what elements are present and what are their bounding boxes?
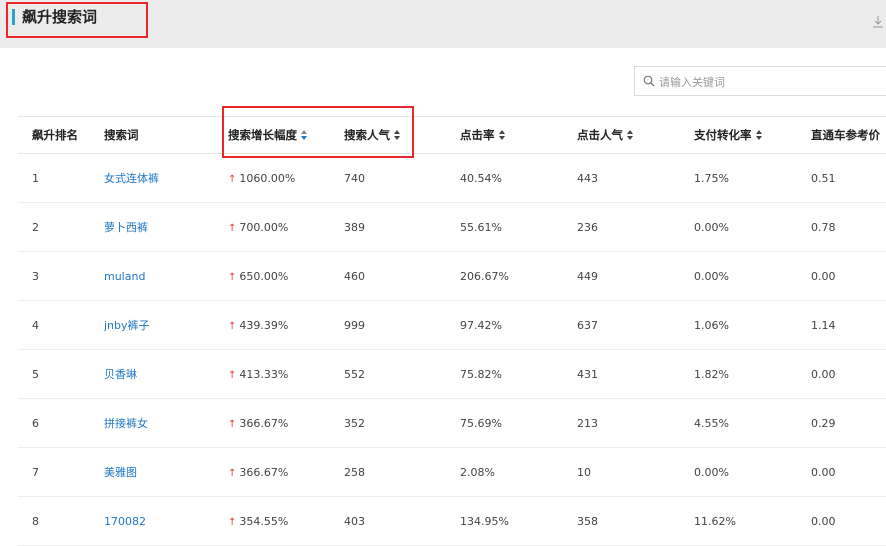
- price-cell: 0.00: [797, 496, 886, 546]
- growth-cell: ↑ 700.00%: [214, 202, 330, 252]
- growth-cell: ↑ 650.00%: [214, 251, 330, 301]
- keyword-link[interactable]: 拼接裤女: [90, 398, 214, 448]
- keyword-table: 飙升排名 搜索词 搜索增长幅度 搜索人气 点击率 点击人气 支付转化率 直通车参…: [18, 116, 886, 546]
- growth-cell: ↑ 366.67%: [214, 398, 330, 448]
- ctr-cell: 134.95%: [446, 496, 563, 546]
- keyword-link[interactable]: 女式连体裤: [90, 153, 214, 203]
- conversion-cell: 0.00%: [680, 202, 797, 252]
- table-row: 2 萝卜西裤 ↑ 700.00% 389 55.61% 236 0.00% 0.7…: [18, 202, 886, 252]
- keyword-link[interactable]: 贝香琳: [90, 349, 214, 399]
- growth-cell: ↑ 366.67%: [214, 447, 330, 497]
- up-arrow-icon: ↑: [228, 369, 237, 381]
- search-box[interactable]: [634, 66, 886, 96]
- col-click-popularity[interactable]: 点击人气: [563, 116, 680, 154]
- table-row: 6 拼接裤女 ↑ 366.67% 352 75.69% 213 4.55% 0.2…: [18, 398, 886, 448]
- table-row: 1 女式连体裤 ↑ 1060.00% 740 40.54% 443 1.75% 0…: [18, 153, 886, 203]
- rank-cell: 6: [18, 398, 90, 448]
- col-keyword: 搜索词: [90, 116, 214, 154]
- rank-cell: 7: [18, 447, 90, 497]
- click-pop-cell: 236: [563, 202, 680, 252]
- column-highlight-box: [222, 106, 414, 158]
- click-pop-cell: 358: [563, 496, 680, 546]
- price-cell: 0.00: [797, 447, 886, 497]
- keyword-link[interactable]: 美雅图: [90, 447, 214, 497]
- popularity-cell: 552: [330, 349, 446, 399]
- table-row: 7 美雅图 ↑ 366.67% 258 2.08% 10 0.00% 0.00: [18, 447, 886, 497]
- download-icon[interactable]: [872, 14, 886, 30]
- ctr-cell: 75.82%: [446, 349, 563, 399]
- growth-cell: ↑ 354.55%: [214, 496, 330, 546]
- click-pop-cell: 449: [563, 251, 680, 301]
- ctr-cell: 75.69%: [446, 398, 563, 448]
- click-pop-cell: 637: [563, 300, 680, 350]
- conversion-cell: 0.00%: [680, 251, 797, 301]
- title-highlight-box: [6, 2, 148, 38]
- up-arrow-icon: ↑: [228, 418, 237, 430]
- keyword-link[interactable]: 萝卜西裤: [90, 202, 214, 252]
- keyword-link[interactable]: muland: [90, 251, 214, 301]
- table-row: 4 jnby裤子 ↑ 439.39% 999 97.42% 637 1.06% 1…: [18, 300, 886, 350]
- col-conversion[interactable]: 支付转化率: [680, 116, 797, 154]
- popularity-cell: 740: [330, 153, 446, 203]
- ctr-cell: 55.61%: [446, 202, 563, 252]
- conversion-cell: 1.75%: [680, 153, 797, 203]
- ctr-cell: 2.08%: [446, 447, 563, 497]
- conversion-cell: 1.06%: [680, 300, 797, 350]
- search-input[interactable]: [657, 71, 881, 93]
- popularity-cell: 999: [330, 300, 446, 350]
- price-cell: 0.51: [797, 153, 886, 203]
- table-row: 3 muland ↑ 650.00% 460 206.67% 449 0.00% …: [18, 251, 886, 301]
- rank-cell: 2: [18, 202, 90, 252]
- up-arrow-icon: ↑: [228, 173, 237, 185]
- click-pop-cell: 10: [563, 447, 680, 497]
- ctr-cell: 40.54%: [446, 153, 563, 203]
- search-icon: [643, 75, 655, 87]
- growth-cell: ↑ 1060.00%: [214, 153, 330, 203]
- growth-cell: ↑ 439.39%: [214, 300, 330, 350]
- rank-cell: 4: [18, 300, 90, 350]
- table-header-row: 飙升排名 搜索词 搜索增长幅度 搜索人气 点击率 点击人气 支付转化率 直通车参…: [18, 116, 886, 154]
- click-pop-cell: 213: [563, 398, 680, 448]
- table-row: 5 贝香琳 ↑ 413.33% 552 75.82% 431 1.82% 0.00: [18, 349, 886, 399]
- conversion-cell: 1.82%: [680, 349, 797, 399]
- popularity-cell: 460: [330, 251, 446, 301]
- popularity-cell: 258: [330, 447, 446, 497]
- sort-icon[interactable]: [498, 130, 506, 140]
- price-cell: 0.29: [797, 398, 886, 448]
- rank-cell: 8: [18, 496, 90, 546]
- price-cell: 0.78: [797, 202, 886, 252]
- click-pop-cell: 431: [563, 349, 680, 399]
- col-ctr[interactable]: 点击率: [446, 116, 563, 154]
- click-pop-cell: 443: [563, 153, 680, 203]
- panel-header: 飙升搜索词: [0, 0, 886, 48]
- table-row: 8 170082 ↑ 354.55% 403 134.95% 358 11.62%…: [18, 496, 886, 546]
- popularity-cell: 403: [330, 496, 446, 546]
- rank-cell: 3: [18, 251, 90, 301]
- conversion-cell: 11.62%: [680, 496, 797, 546]
- price-cell: 0.00: [797, 349, 886, 399]
- keyword-link[interactable]: jnby裤子: [90, 300, 214, 350]
- up-arrow-icon: ↑: [228, 222, 237, 234]
- conversion-cell: 4.55%: [680, 398, 797, 448]
- popularity-cell: 389: [330, 202, 446, 252]
- col-price: 直通车参考价: [797, 116, 886, 154]
- sort-icon[interactable]: [627, 130, 634, 140]
- ctr-cell: 97.42%: [446, 300, 563, 350]
- popularity-cell: 352: [330, 398, 446, 448]
- up-arrow-icon: ↑: [228, 516, 237, 528]
- col-rank: 飙升排名: [18, 116, 90, 154]
- conversion-cell: 0.00%: [680, 447, 797, 497]
- sort-icon[interactable]: [755, 130, 763, 140]
- keyword-link[interactable]: 170082: [90, 496, 214, 546]
- rank-cell: 5: [18, 349, 90, 399]
- up-arrow-icon: ↑: [228, 320, 237, 332]
- rank-cell: 1: [18, 153, 90, 203]
- up-arrow-icon: ↑: [228, 467, 237, 479]
- growth-cell: ↑ 413.33%: [214, 349, 330, 399]
- price-cell: 0.00: [797, 251, 886, 301]
- up-arrow-icon: ↑: [228, 271, 237, 283]
- ctr-cell: 206.67%: [446, 251, 563, 301]
- price-cell: 1.14: [797, 300, 886, 350]
